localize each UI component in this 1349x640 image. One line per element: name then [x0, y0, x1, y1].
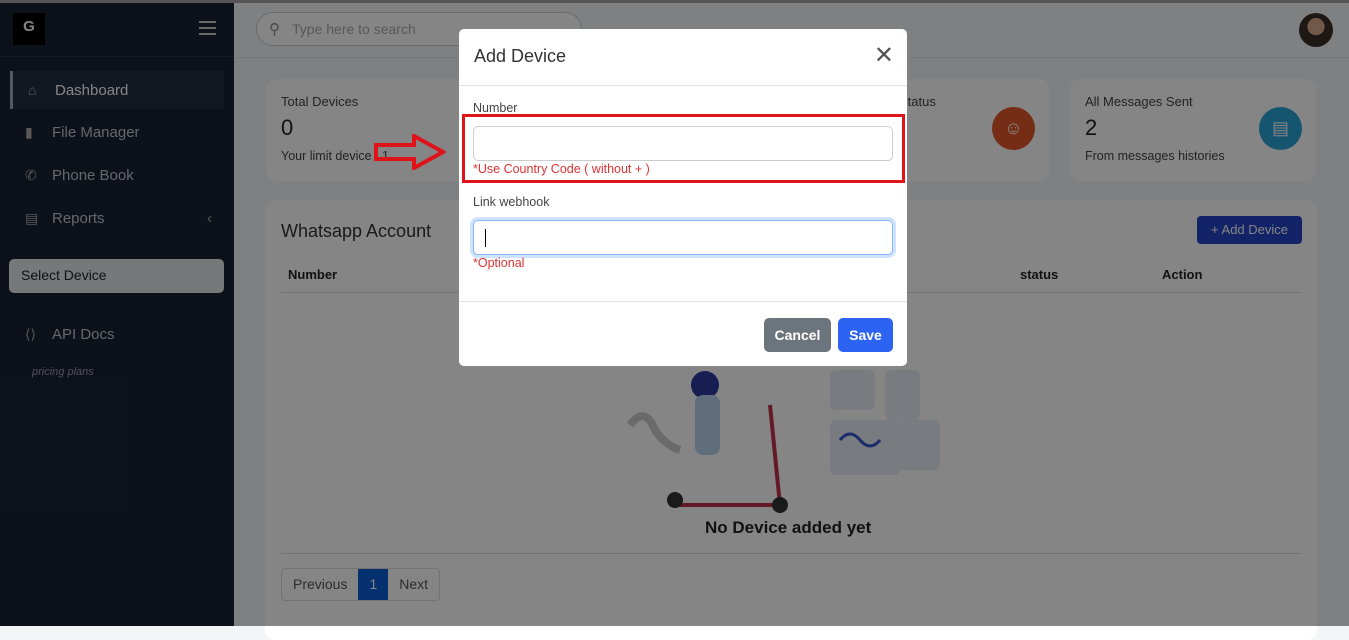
cancel-button[interactable]: Cancel [764, 318, 831, 352]
webhook-label: Link webhook [473, 195, 550, 209]
webhook-hint: *Optional [473, 256, 525, 270]
annotation-arrow-icon [374, 134, 446, 170]
add-device-modal: Add Device ✕ Number *Use Country Code ( … [459, 29, 907, 366]
window-top-border [0, 0, 1349, 3]
number-label: Number [473, 101, 518, 115]
divider [459, 301, 907, 302]
annotation-highlight-box [462, 114, 905, 183]
text-caret [485, 229, 486, 247]
divider [459, 85, 907, 86]
modal-title: Add Device [474, 46, 567, 66]
webhook-input[interactable] [473, 220, 893, 255]
close-icon[interactable]: ✕ [874, 44, 894, 68]
save-button[interactable]: Save [838, 318, 893, 352]
